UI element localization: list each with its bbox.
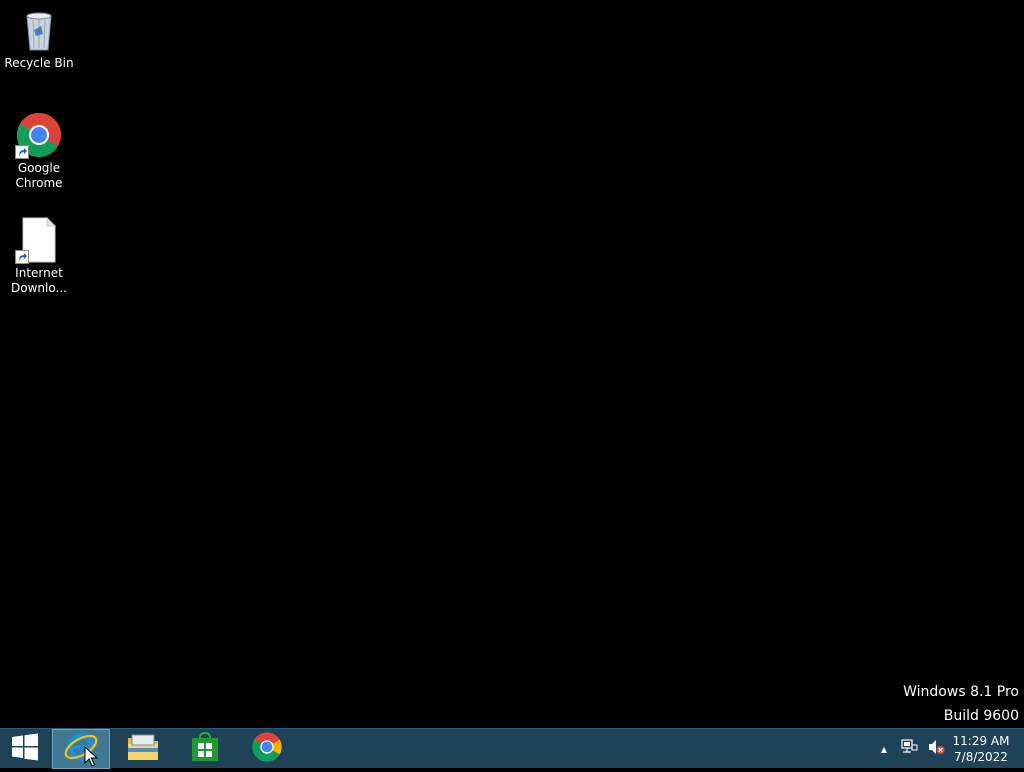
windows-build-watermark: Build 9600 <box>943 708 1019 724</box>
desktop-icon-label: Recycle Bin <box>4 56 74 70</box>
store-icon <box>191 731 219 766</box>
chrome-icon <box>15 111 63 159</box>
taskbar: ▲ 11:29 AM 7/8/2022 <box>0 728 1024 769</box>
taskbar-chrome[interactable] <box>238 729 296 769</box>
shortcut-arrow-icon <box>15 250 29 264</box>
clock-date: 7/8/2022 <box>954 750 1008 764</box>
taskbar-store[interactable] <box>176 729 234 769</box>
system-tray: ▲ 11:29 AM 7/8/2022 <box>864 729 1024 769</box>
desktop-icon-recycle-bin[interactable]: Recycle Bin <box>3 6 75 71</box>
chrome-icon <box>251 731 283 767</box>
windows-edition-watermark: Windows 8.1 Pro <box>903 684 1019 700</box>
taskbar-clock[interactable]: 11:29 AM 7/8/2022 <box>946 733 1016 765</box>
taskbar-internet-explorer[interactable] <box>52 729 110 769</box>
volume-button[interactable] <box>924 729 948 769</box>
desktop-icon-label: Internet Downlo... <box>11 266 67 295</box>
show-hidden-icons-button[interactable]: ▲ <box>876 729 892 769</box>
clock-time: 11:29 AM <box>952 734 1010 748</box>
desktop-icon-label: Google Chrome <box>15 161 63 190</box>
recycle-bin-icon <box>15 6 63 54</box>
taskbar-file-explorer[interactable] <box>114 729 172 769</box>
desktop: Recycle Bin Google Chrome Internet Downl… <box>0 0 1024 728</box>
network-icon <box>901 738 919 760</box>
volume-muted-icon <box>927 738 945 760</box>
shortcut-arrow-icon <box>15 145 29 159</box>
chevron-up-icon: ▲ <box>880 744 888 754</box>
start-button[interactable] <box>0 729 50 769</box>
windows-logo-icon <box>11 733 39 765</box>
blank-file-icon <box>15 216 63 264</box>
folder-icon <box>126 732 160 766</box>
desktop-icon-internet-download-manager[interactable]: Internet Downlo... <box>3 216 75 296</box>
desktop-icon-google-chrome[interactable]: Google Chrome <box>3 111 75 191</box>
mouse-cursor-icon <box>84 745 99 772</box>
network-status-button[interactable] <box>898 729 922 769</box>
